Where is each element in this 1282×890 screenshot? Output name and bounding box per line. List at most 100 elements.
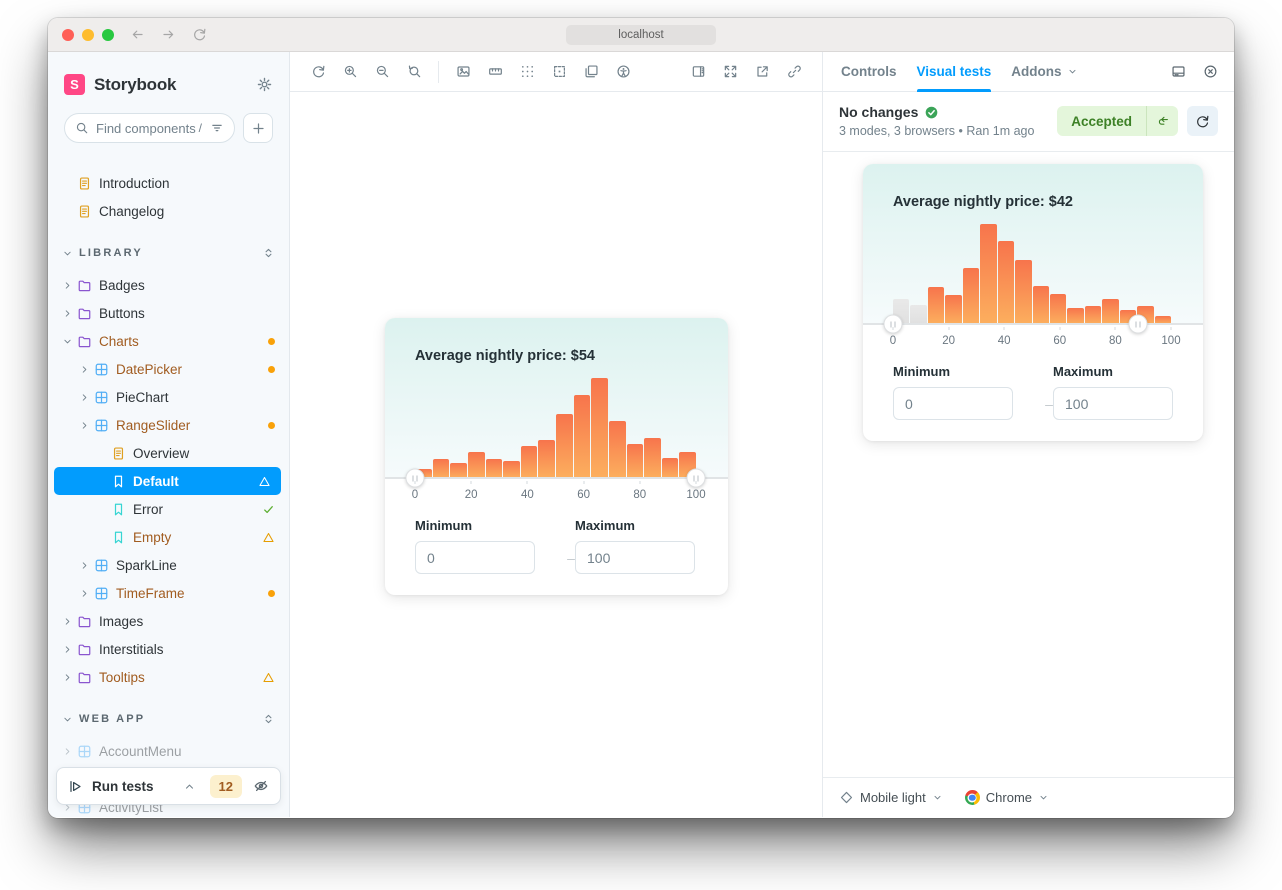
minimum-input[interactable]: 0: [893, 387, 1013, 420]
grid-icon[interactable]: [514, 59, 540, 85]
tab-addons[interactable]: Addons: [1001, 52, 1087, 92]
minimum-input[interactable]: 0: [415, 541, 535, 574]
run-tests-bar[interactable]: Run tests 12: [56, 767, 281, 805]
chevron-right-icon[interactable]: [62, 280, 77, 291]
warning-triangle-icon: [262, 671, 275, 684]
chevron-right-icon[interactable]: [62, 672, 77, 683]
accessibility-icon[interactable]: [610, 59, 636, 85]
min-slider-handle[interactable]: [406, 469, 425, 488]
histogram-bar: [644, 438, 661, 478]
sidebar-header: S Storybook: [48, 52, 289, 95]
folder-buttons[interactable]: Buttons: [48, 299, 289, 327]
chevron-down-icon: [1038, 792, 1049, 803]
search-input[interactable]: Find components /: [64, 113, 235, 143]
folder-charts[interactable]: Charts: [48, 327, 289, 355]
background-icon[interactable]: [450, 59, 476, 85]
doc-changelog[interactable]: Changelog: [48, 197, 289, 225]
rerun-tests-button[interactable]: [1187, 106, 1218, 136]
component-timeframe[interactable]: TimeFrame: [48, 579, 289, 607]
chevron-right-icon[interactable]: [79, 364, 94, 375]
component-rangeslider[interactable]: RangeSlider: [48, 411, 289, 439]
watch-mode-icon[interactable]: [253, 778, 269, 794]
doc-overview[interactable]: Overview: [48, 439, 289, 467]
viewport-icon[interactable]: [578, 59, 604, 85]
slider-track[interactable]: [385, 477, 728, 479]
max-slider-handle[interactable]: [687, 469, 706, 488]
link-icon[interactable]: [781, 59, 807, 85]
folder-badges[interactable]: Badges: [48, 271, 289, 299]
doc-introduction[interactable]: Introduction: [48, 169, 289, 197]
maximum-input[interactable]: 100: [575, 541, 695, 574]
component-accountmenu[interactable]: AccountMenu: [48, 737, 289, 765]
mode-selector[interactable]: Mobile light: [839, 790, 943, 805]
tab-visual-tests[interactable]: Visual tests: [907, 52, 1002, 92]
chevron-right-icon[interactable]: [79, 420, 94, 431]
forward-icon[interactable]: [161, 27, 176, 42]
max-slider-handle[interactable]: [1128, 315, 1147, 334]
collapse-expand-icon[interactable]: [262, 246, 275, 260]
min-slider-handle[interactable]: [884, 315, 903, 334]
story-error[interactable]: Error: [48, 495, 289, 523]
chevron-right-icon[interactable]: [62, 644, 77, 655]
close-panel-icon[interactable]: [1197, 59, 1223, 85]
zoom-in-icon[interactable]: [337, 59, 363, 85]
tree-item-label: DatePicker: [116, 362, 182, 377]
component-icon: [94, 390, 109, 405]
folder-tooltips[interactable]: Tooltips: [48, 663, 289, 691]
chevron-right-icon[interactable]: [62, 308, 77, 319]
minimize-window-button[interactable]: [82, 29, 94, 41]
gear-icon[interactable]: [256, 76, 273, 93]
panel-position-icon[interactable]: [685, 59, 711, 85]
section-header-web-app[interactable]: WEB APP: [48, 705, 289, 733]
folder-interstitials[interactable]: Interstitials: [48, 635, 289, 663]
open-external-icon[interactable]: [749, 59, 775, 85]
axis-tick: [583, 481, 584, 484]
collapse-expand-icon[interactable]: [262, 712, 275, 726]
story-empty[interactable]: Empty: [48, 523, 289, 551]
chevron-down-icon[interactable]: [62, 336, 77, 347]
chevron-up-icon[interactable]: [183, 780, 196, 793]
canvas-preview-range-slider: Average nightly price: $54020406080100Mi…: [385, 318, 728, 595]
reload-icon[interactable]: [192, 27, 207, 42]
measure-icon[interactable]: [482, 59, 508, 85]
remount-icon[interactable]: [305, 59, 331, 85]
component-icon: [77, 744, 92, 759]
close-window-button[interactable]: [62, 29, 74, 41]
create-story-button[interactable]: [243, 113, 273, 143]
section-header-library[interactable]: LIBRARY: [48, 239, 289, 267]
accepted-button[interactable]: Accepted: [1057, 106, 1178, 136]
component-sparkline[interactable]: SparkLine: [48, 551, 289, 579]
card-title: Average nightly price: $54: [415, 348, 595, 364]
tree-item-label: Empty: [133, 530, 171, 545]
fullscreen-icon[interactable]: [717, 59, 743, 85]
back-icon[interactable]: [130, 27, 145, 42]
chevron-right-icon[interactable]: [62, 616, 77, 627]
filter-icon[interactable]: [210, 121, 224, 135]
component-piechart[interactable]: PieChart: [48, 383, 289, 411]
zoom-out-icon[interactable]: [369, 59, 395, 85]
outline-icon[interactable]: [546, 59, 572, 85]
chevron-right-icon[interactable]: [79, 588, 94, 599]
browser-selector[interactable]: Chrome: [965, 790, 1049, 805]
tab-controls[interactable]: Controls: [831, 52, 907, 92]
desktop-background: localhost S Storybook Find components /: [0, 0, 1282, 890]
unaccept-icon[interactable]: [1146, 106, 1178, 136]
zoom-reset-icon[interactable]: [401, 59, 427, 85]
maximum-input[interactable]: 100: [1053, 387, 1173, 420]
axis-tick-label: 80: [633, 489, 646, 501]
histogram-bar: [503, 461, 520, 478]
chevron-right-icon[interactable]: [62, 746, 77, 757]
storybook-logo-icon: S: [64, 74, 85, 95]
chevron-right-icon[interactable]: [79, 560, 94, 571]
chevron-right-icon[interactable]: [79, 392, 94, 403]
address-bar[interactable]: localhost: [566, 25, 716, 45]
story-default[interactable]: Default: [54, 467, 281, 495]
zoom-window-button[interactable]: [102, 29, 114, 41]
folder-images[interactable]: Images: [48, 607, 289, 635]
axis-tick: [893, 327, 894, 330]
axis-tick-label: 20: [942, 335, 955, 347]
slider-track[interactable]: [863, 323, 1203, 325]
component-datepicker[interactable]: DatePicker: [48, 355, 289, 383]
histogram-bar: [1067, 308, 1083, 324]
panel-orientation-icon[interactable]: [1165, 59, 1191, 85]
